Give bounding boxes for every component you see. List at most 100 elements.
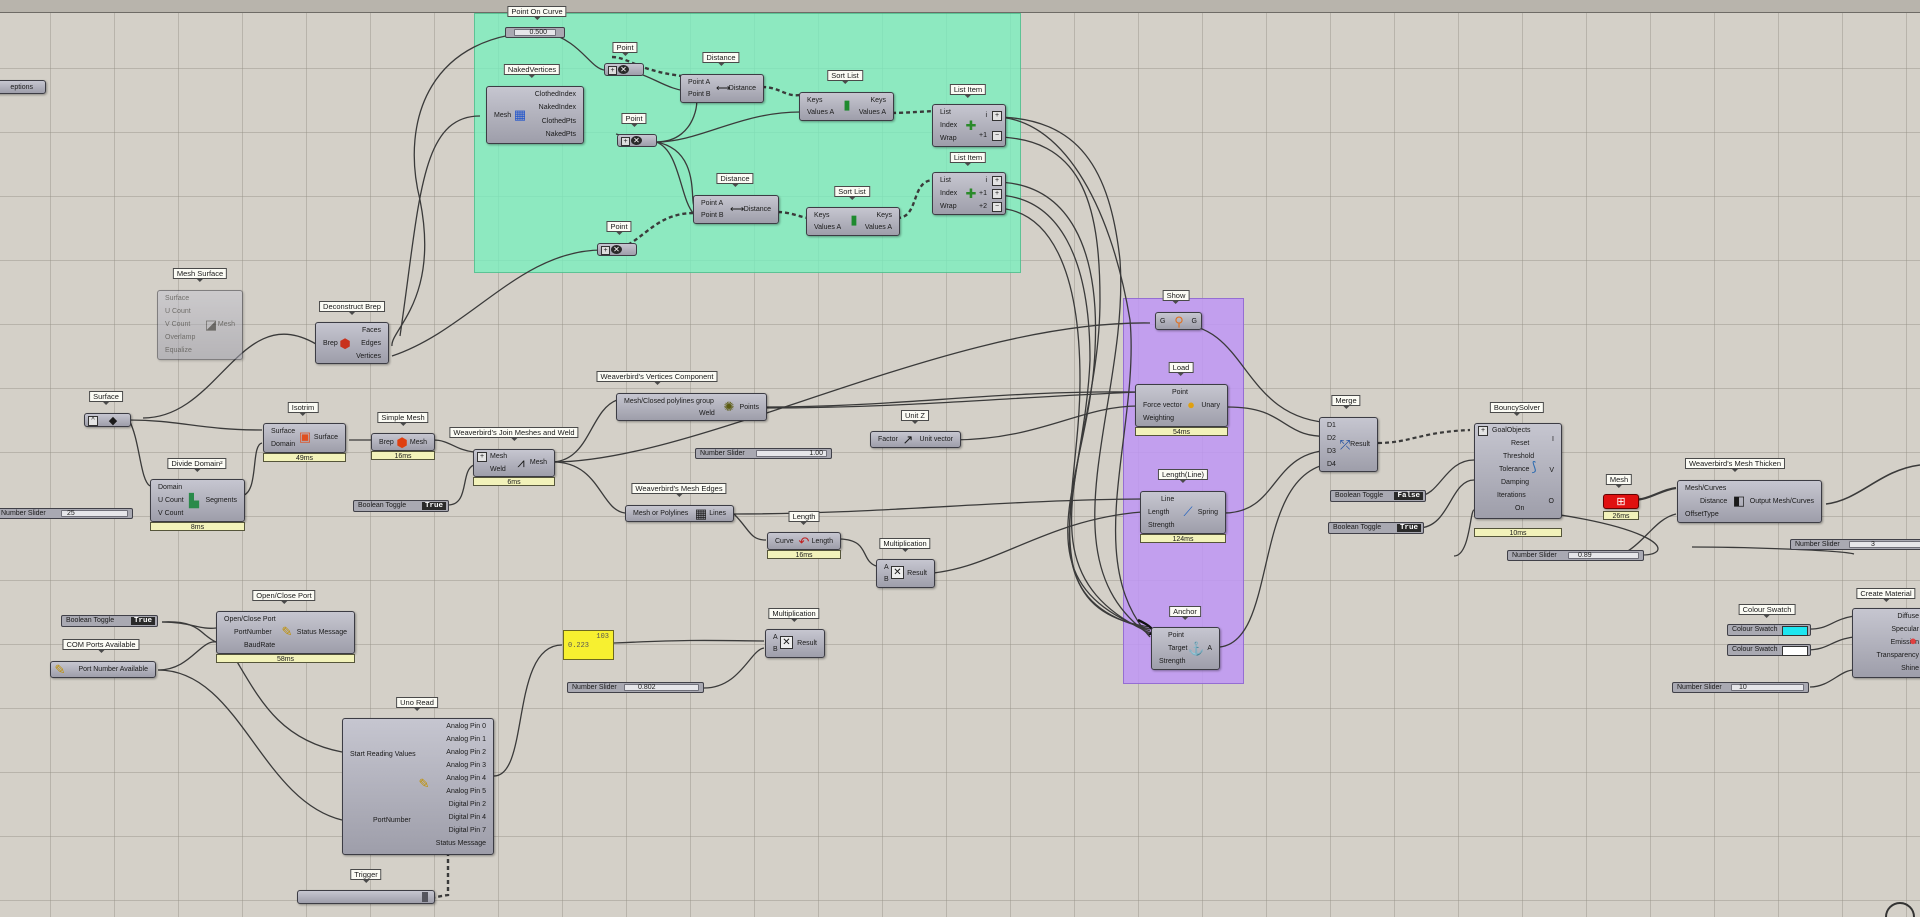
show-component[interactable]: G ⚲ G	[1155, 312, 1202, 330]
number-slider-089[interactable]: Number Slider 0.89	[1507, 550, 1644, 561]
mesh-surface-component[interactable]: Surface U Count V Count Overlamp Equaliz…	[157, 290, 243, 360]
boolean-toggle-join[interactable]: Boolean Toggle True	[353, 500, 449, 512]
multiplication-2-label: Multiplication	[768, 608, 820, 622]
add-output-button[interactable]: +	[992, 111, 1002, 121]
merge-component[interactable]: D1 D2 D3 D4 ⤱ Result	[1319, 417, 1378, 472]
length-line-component[interactable]: Line Length Strength ⟋ Spring	[1140, 491, 1226, 534]
sort-list-1-component[interactable]: Keys Values A ▮ Keys Values A	[799, 92, 894, 121]
open-close-port-component[interactable]: Open/Close Port PortNumber BaudRate ✎ St…	[216, 611, 355, 654]
vertices-icon: ✺	[723, 399, 735, 414]
open-close-port-time: 58ms	[216, 654, 355, 663]
distance-icon: ⟷	[730, 204, 745, 215]
left-partial-component[interactable]: eptions	[0, 80, 46, 94]
surface-icon: ◆	[108, 415, 118, 427]
divide-domain-icon: ▙	[189, 493, 199, 508]
sort-list-2-component[interactable]: Keys Values A ▮ Keys Values A	[806, 207, 900, 236]
wire	[1805, 615, 1855, 630]
remove-output-button[interactable]: −	[992, 131, 1002, 141]
wire	[161, 621, 217, 643]
trigger-label: Trigger	[350, 869, 382, 883]
yellow-panel[interactable]: 103 0.223	[563, 630, 614, 660]
wire	[432, 439, 475, 453]
sort-list-2-label: Sort List	[834, 186, 870, 200]
deconstruct-brep-component[interactable]: Brep ⬢ Faces Edges Vertices	[315, 322, 389, 364]
trigger-component[interactable]	[297, 890, 435, 904]
divide-domain-component[interactable]: Domain U Count V Count ▙ Segments	[150, 479, 245, 522]
material-icon: ●	[1909, 633, 1917, 648]
list-item-1-label: List Item	[949, 84, 987, 98]
colour-swatch-white[interactable]: Colour Swatch	[1727, 644, 1811, 656]
wire	[761, 85, 801, 97]
naked-vertices-component[interactable]: Mesh ▦ ClothedIndex NakedIndex ClothedPt…	[486, 86, 584, 144]
simple-mesh-icon: ⬢	[396, 435, 408, 450]
wire	[703, 647, 765, 689]
com-port-icon: ✎	[54, 662, 66, 677]
bouncy-solver-label: BouncySolver	[1489, 402, 1545, 416]
point-on-curve-slider[interactable]: 0.500	[505, 27, 565, 38]
swatch-color-box[interactable]	[1782, 626, 1808, 636]
boolean-toggle-reset[interactable]: Boolean Toggle False	[1330, 490, 1426, 502]
expand-icon[interactable]: +	[1478, 426, 1488, 436]
isotrim-icon: ▣	[298, 429, 312, 444]
wire	[1219, 462, 1335, 648]
anchor-component[interactable]: Point Target Strength ⚓ A	[1151, 627, 1220, 670]
bouncy-solver-time: 10ms	[1474, 528, 1562, 537]
add-output-button[interactable]: +	[992, 176, 1002, 186]
load-component[interactable]: Point Force vector Weighting ● Unary	[1135, 384, 1228, 427]
unit-z-label: Unit Z	[900, 410, 930, 424]
com-ports-component[interactable]: ✎ Port Number Available	[50, 661, 156, 678]
point-2-param[interactable]: + ✕	[617, 134, 657, 147]
point-3-param[interactable]: + ✕	[597, 243, 637, 256]
multiplication-1-component[interactable]: A B ✕ Result	[876, 559, 935, 588]
length-component[interactable]: Curve ↶ Length	[767, 532, 841, 550]
list-item-icon: ✚	[965, 186, 977, 201]
unit-z-component[interactable]: Factor ↗ Unit vector	[870, 431, 961, 448]
number-slider-3[interactable]: Number Slider 3	[1790, 539, 1920, 550]
wire	[915, 511, 1143, 575]
isotrim-component[interactable]: Surface Domain ▣ Surface	[263, 423, 346, 453]
length-line-time: 124ms	[1140, 534, 1226, 543]
list-item-1-component[interactable]: List Index Wrap ✚ i +1 + −	[932, 104, 1006, 147]
point-1-param[interactable]: + ✕	[604, 63, 644, 76]
solver-icon: ⟆	[1531, 459, 1537, 474]
simple-mesh-component[interactable]: Brep ⬢ Mesh	[371, 433, 435, 451]
distance-2-component[interactable]: Point A Point B ⟷ Distance	[693, 195, 779, 224]
colour-swatch-cyan[interactable]: Colour Swatch	[1727, 624, 1811, 636]
join-mesh-icon: ⩘	[517, 455, 525, 470]
navigation-widget[interactable]	[1880, 897, 1920, 917]
mesh-edges-icon: ▦	[694, 506, 708, 521]
multiplication-2-component[interactable]: A B ✕ Result	[765, 629, 825, 658]
mesh-vertices-icon: ▦	[513, 107, 527, 122]
distance-2-label: Distance	[716, 173, 754, 187]
join-meshes-label: Weaverbird's Join Meshes and Weld	[449, 427, 579, 441]
remove-output-button[interactable]: −	[992, 202, 1002, 212]
swatch-color-box[interactable]	[1782, 646, 1808, 656]
list-item-2-component[interactable]: List Index Wrap ✚ i +1 +2 + + −	[932, 172, 1006, 215]
mesh-param[interactable]: ⊞	[1603, 494, 1639, 509]
colour-swatch-label: Colour Swatch	[1738, 604, 1796, 618]
grasshopper-canvas[interactable]: eptions Point On Curve 0.500 Point + ✕ P…	[0, 0, 1920, 917]
simple-mesh-time: 16ms	[371, 451, 435, 460]
length-label: Length	[788, 511, 820, 525]
cross-icon: ✕	[618, 65, 629, 74]
add-output-button[interactable]: +	[992, 189, 1002, 199]
mesh-icon: ⊞	[1616, 496, 1626, 508]
number-slider-10[interactable]: Number Slider 10	[1672, 682, 1809, 693]
bouncy-solver-component[interactable]: + GoalObjects Reset Threshold Tolerance …	[1474, 423, 1562, 519]
wire	[447, 464, 475, 506]
boolean-toggle-port[interactable]: Boolean Toggle True	[61, 615, 158, 627]
boolean-toggle-on[interactable]: Boolean Toggle True	[1328, 522, 1424, 534]
wire	[655, 141, 695, 215]
number-slider-0802[interactable]: Number Slider 0.802	[567, 682, 704, 693]
distance-1-component[interactable]: Point A Point B ⟷ Distance	[680, 74, 764, 103]
expand-icon[interactable]: +	[477, 452, 487, 462]
number-slider-25[interactable]: Number Slider 25	[0, 508, 133, 519]
uno-read-component[interactable]: Start Reading Values PortNumber ✎ Analog…	[342, 718, 494, 855]
number-slider-1[interactable]: Number Slider 1.00	[695, 448, 832, 459]
wire	[839, 538, 877, 567]
mesh-thicken-component[interactable]: Mesh/Curves Distance OffsetType ◧ Output…	[1677, 480, 1822, 523]
mesh-edges-component[interactable]: Mesh or Polylines ▦ Lines	[625, 505, 734, 522]
surface-param[interactable]: ^ ◆	[84, 413, 131, 427]
vertices-component[interactable]: Mesh/Closed polylines group Weld ✺ Point…	[616, 393, 767, 421]
join-meshes-component[interactable]: + Mesh Weld ⩘ Mesh	[473, 449, 555, 477]
